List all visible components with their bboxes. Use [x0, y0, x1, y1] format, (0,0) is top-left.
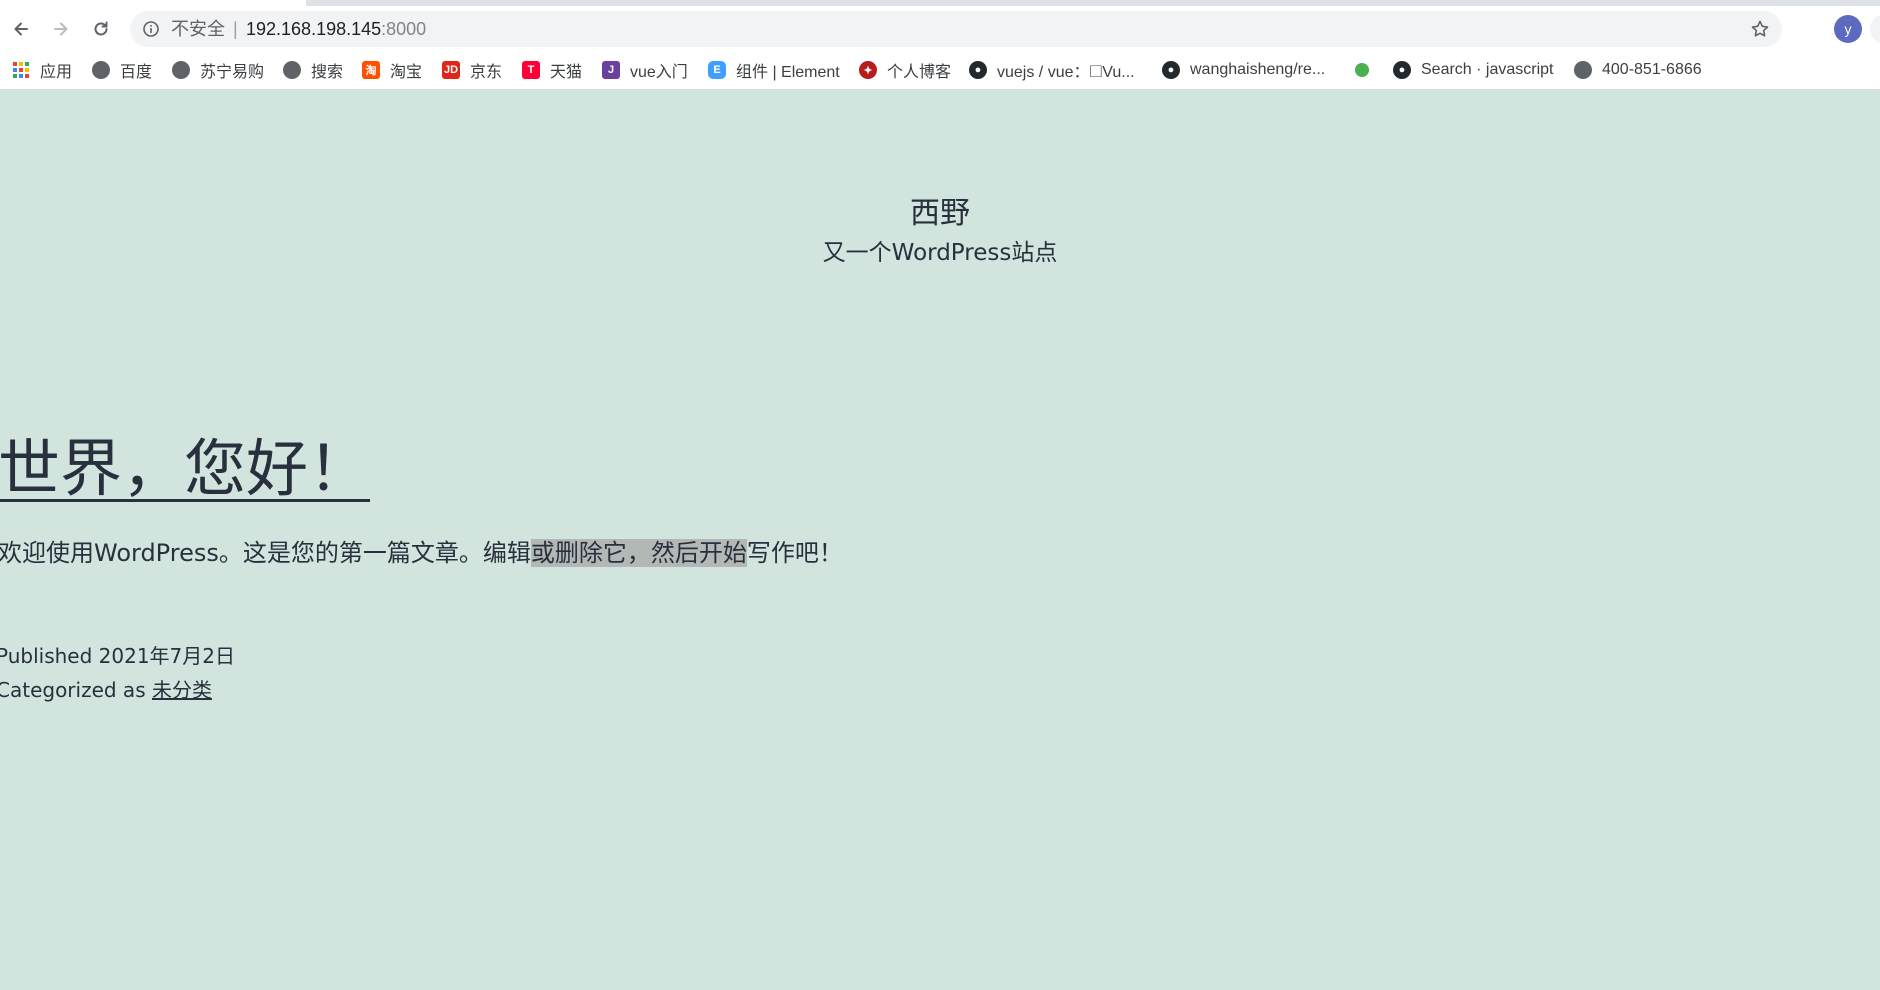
bookmark-label: 个人博客	[887, 64, 952, 81]
bookmark-label: 苏宁易购	[200, 64, 265, 81]
bookmark-star-icon[interactable]	[1750, 19, 1770, 39]
bookmarks-bar: 应用 百度 苏宁易购 搜索 淘淘宝 JD 京东 T 天猫 Jvue入门 E 组件 | …	[0, 52, 1880, 90]
jetbrains-icon: J	[602, 61, 620, 79]
post-content: 欢迎使用WordPress。这是您的第一篇文章。编辑或删除它，然后开始写作吧！	[0, 533, 843, 568]
green-dot-icon	[1355, 63, 1369, 77]
site-title[interactable]: 西野	[0, 188, 1880, 232]
bookmark-search[interactable]: 搜索	[283, 52, 343, 88]
published-label: Published	[0, 644, 93, 668]
bookmark-label: vuejs / vue：🞎Vu...	[997, 64, 1135, 81]
github-icon: ●	[1162, 61, 1180, 79]
post-category: Categorized as 未分类	[0, 674, 212, 703]
browser-menu-button[interactable]	[1870, 14, 1880, 44]
bookmark-baidu[interactable]: 百度	[92, 52, 152, 88]
bookmark-label: 京东	[470, 64, 503, 81]
bookmark-label: 百度	[120, 64, 153, 81]
bookmark-label: 组件 | Element	[736, 64, 840, 81]
bookmark-jd[interactable]: JD 京东	[442, 52, 502, 88]
bookmark-label: Search · javascript	[1421, 61, 1554, 78]
url-host: 192.168.198.145	[246, 19, 382, 39]
bookmark-apps[interactable]: 应用	[12, 52, 72, 88]
globe-icon	[92, 61, 110, 79]
element-icon: E	[708, 61, 726, 79]
jd-icon: JD	[442, 61, 460, 79]
url-port: :8000	[381, 19, 427, 39]
bookmark-label: 400-851-6866	[1602, 61, 1702, 78]
bookmark-label: 搜索	[311, 64, 344, 81]
bookmark-green[interactable]	[1355, 52, 1379, 88]
post-title-link[interactable]: 世界，您好！	[0, 418, 370, 508]
selected-text: 或删除它，然后开始	[530, 539, 747, 567]
site-description: 又一个WordPress站点	[822, 240, 1058, 266]
browser-toolbar: 不安全 | 192.168.198.145:8000 y	[0, 6, 1880, 52]
bookmark-tmall[interactable]: T 天猫	[522, 52, 582, 88]
category-label: Categorized as	[0, 678, 146, 702]
bookmark-taobao[interactable]: 淘淘宝	[362, 52, 422, 88]
apps-grid-icon	[12, 61, 30, 79]
github-icon: ●	[1393, 61, 1411, 79]
tmall-icon: T	[522, 61, 540, 79]
back-arrow-icon	[14, 22, 28, 36]
post-text-end: 写作吧！	[746, 539, 843, 567]
globe-icon	[283, 61, 301, 79]
bookmark-search-javascript[interactable]: ● Search · javascript	[1393, 52, 1554, 88]
bookmark-label: wanghaisheng/re...	[1190, 61, 1326, 78]
bookmark-phone[interactable]: 400-851-6866	[1574, 52, 1702, 88]
post-published: Published 2021年7月2日	[0, 640, 235, 669]
post-text-start: 欢迎使用WordPress。这是您的第一篇文章。编辑	[0, 539, 531, 567]
bookmark-vue-intro[interactable]: Jvue入门	[602, 52, 688, 88]
reload-icon	[94, 21, 108, 36]
globe-icon	[172, 61, 190, 79]
info-icon[interactable]	[142, 20, 160, 38]
published-date: 2021年7月2日	[98, 644, 236, 668]
bookmark-label: 天猫	[550, 64, 583, 81]
address-bar[interactable]: 不安全 | 192.168.198.145:8000	[130, 11, 1782, 47]
back-button[interactable]	[6, 14, 36, 44]
bookmark-suning[interactable]: 苏宁易购	[172, 52, 264, 88]
reload-button[interactable]	[86, 14, 116, 44]
bookmark-blog[interactable]: ✦ 个人博客	[859, 52, 951, 88]
address-separator: |	[233, 19, 238, 39]
bookmark-wanghaisheng[interactable]: ● wanghaisheng/re...	[1162, 52, 1325, 88]
bookmark-vuejs[interactable]: ● vuejs / vue：🞎Vu...	[969, 52, 1135, 88]
taobao-icon: 淘	[362, 61, 380, 79]
globe-icon	[1574, 61, 1592, 79]
bookmark-label: vue入门	[630, 64, 688, 81]
github-icon: ●	[969, 61, 987, 79]
forward-arrow-icon	[54, 22, 68, 36]
bookmark-label: 淘宝	[390, 64, 423, 81]
ninja-icon: ✦	[859, 61, 877, 79]
category-link[interactable]: 未分类	[152, 678, 212, 702]
url-text[interactable]: 192.168.198.145:8000	[246, 11, 426, 47]
profile-avatar[interactable]: y	[1834, 15, 1862, 43]
bookmark-label: 应用	[40, 64, 73, 81]
security-label[interactable]: 不安全	[171, 11, 225, 47]
bookmark-element[interactable]: E 组件 | Element	[708, 52, 840, 88]
forward-button[interactable]	[46, 14, 76, 44]
